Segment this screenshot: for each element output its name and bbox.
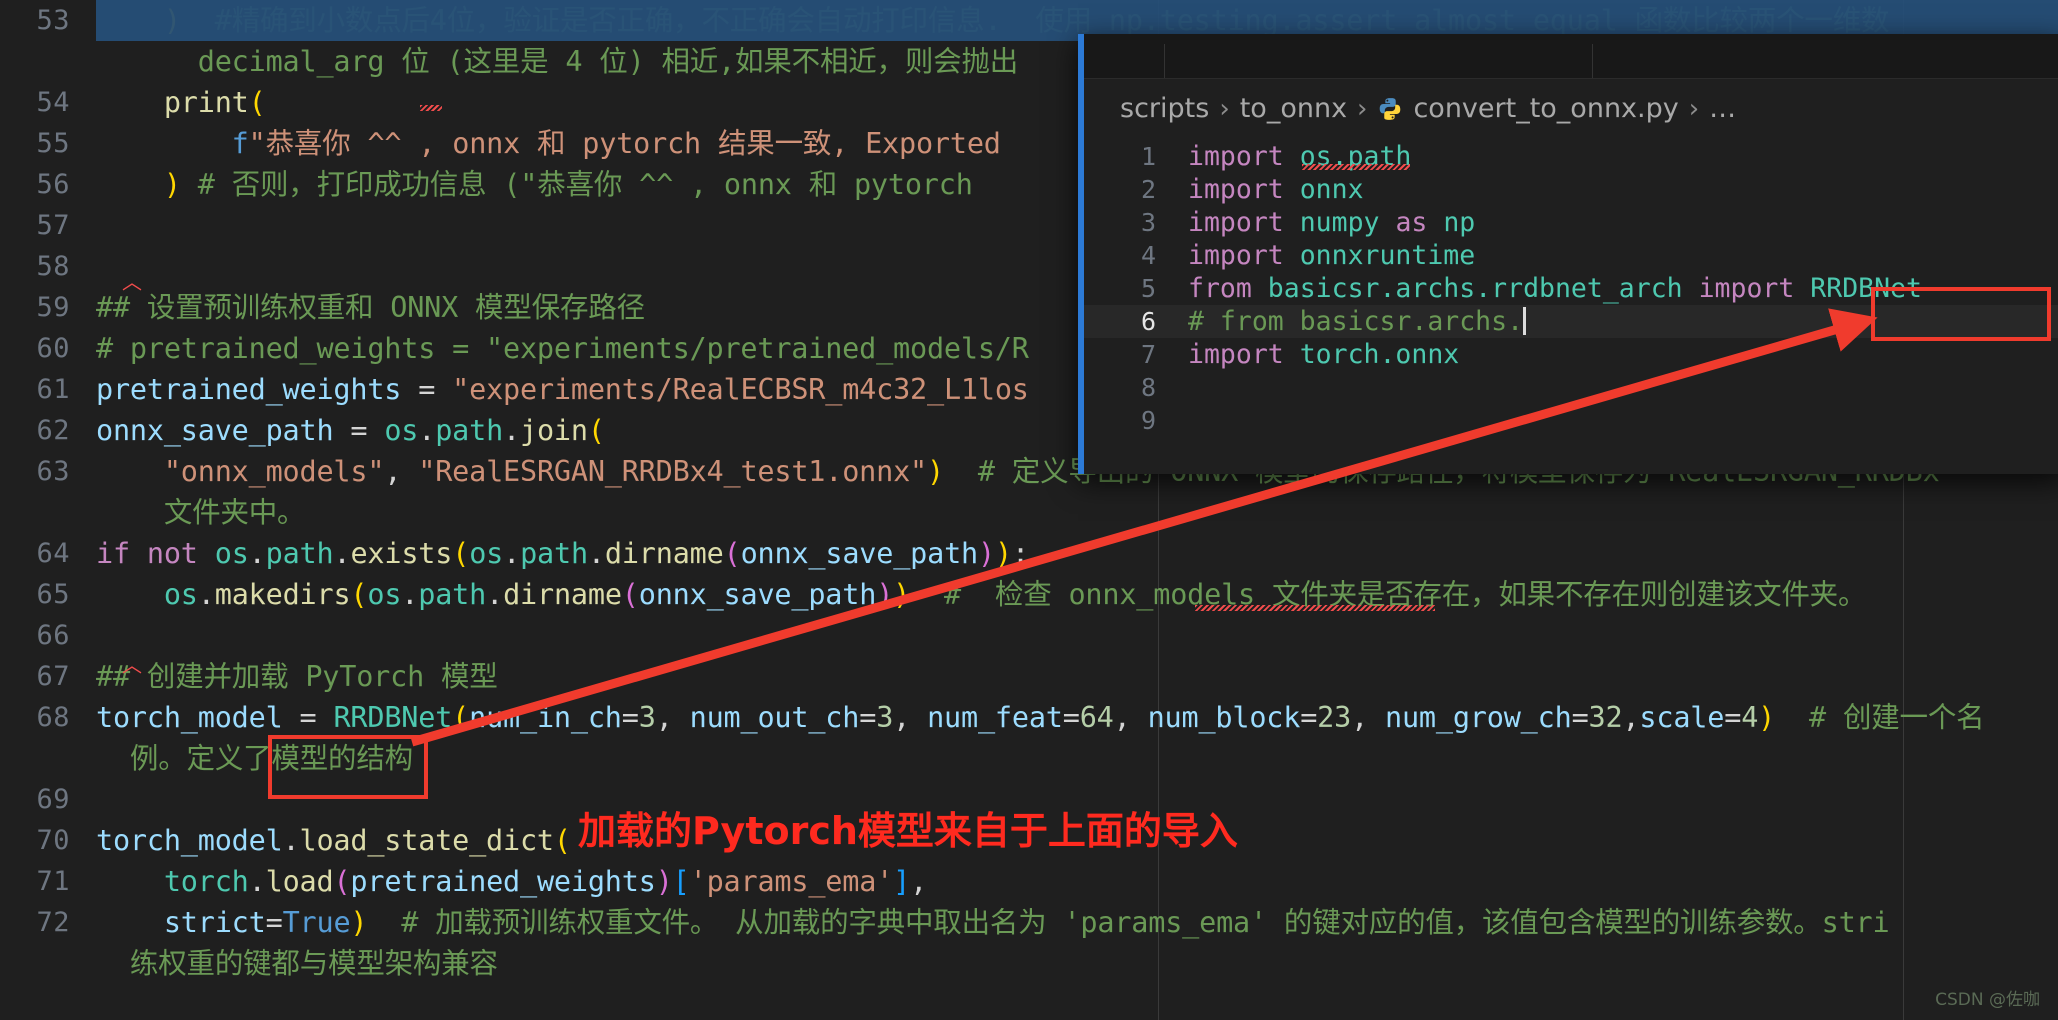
peek-line[interactable]: 2 import onnx	[1084, 173, 2058, 206]
code-text: # from basicsr.archs.	[1188, 305, 1527, 338]
peek-code-lines: 1 import os.path 2 import onnx 3 import numpy…	[1084, 136, 2058, 437]
code-text: os.makedirs(os.path.dirname(onnx_save_pa…	[163, 578, 1867, 611]
peek-line[interactable]: 5 from basicsr.archs.rrdbnet_arch import …	[1084, 272, 2058, 305]
chevron-right-icon: ›	[1357, 93, 1368, 124]
line-number: 71	[36, 866, 70, 897]
editor-line[interactable]: 例。定义了模型的结构	[0, 738, 2058, 779]
breadcrumb-file[interactable]: convert_to_onnx.py	[1413, 93, 1678, 124]
code-text: if not os.path.exists(os.path.dirname(on…	[96, 537, 1029, 570]
line-number: 60	[36, 333, 70, 364]
line-number: 9	[1140, 406, 1156, 435]
editor-line[interactable]: 71 torch.load(pretrained_weights)['param…	[0, 861, 2058, 902]
error-squiggle	[1195, 605, 1435, 611]
line-number: 63	[36, 456, 70, 487]
line-number: 67	[36, 661, 70, 692]
chevron-right-icon: ›	[1688, 93, 1700, 124]
peek-top-strip	[1084, 34, 2058, 79]
line-number: 65	[36, 579, 70, 610]
line-number: 58	[36, 251, 70, 282]
line-number: 62	[36, 415, 70, 446]
line-number: 64	[36, 538, 70, 569]
editor-line[interactable]: 66	[0, 615, 2058, 656]
peek-line[interactable]: 3 import numpy as np	[1084, 206, 2058, 239]
annotation-note: 加载的Pytorch模型来自于上面的导入	[578, 809, 1238, 853]
breadcrumb-folder[interactable]: scripts	[1120, 93, 1209, 124]
error-squiggle	[420, 105, 442, 111]
line-number: 53	[36, 5, 70, 36]
definition-peek-popup[interactable]: scripts › to_onnx › convert_to_onnx.py ›…	[1078, 34, 2058, 474]
line-number: 69	[36, 784, 70, 815]
editor-line[interactable]: 67 ## 创建并加载 PyTorch 模型	[0, 656, 2058, 697]
line-number: 8	[1140, 373, 1156, 402]
watermark: CSDN @佐咖	[1935, 990, 2040, 1010]
line-number: 6	[1140, 307, 1156, 336]
line-number: 3	[1140, 208, 1156, 237]
line-number: 59	[36, 292, 70, 323]
line-number: 56	[36, 169, 70, 200]
python-icon	[1377, 96, 1403, 122]
code-text: torch_model = RRDBNet(num_in_ch=3, num_o…	[96, 701, 1985, 734]
code-text: 文件夹中。	[163, 496, 306, 529]
editor-line[interactable]: 64 if not os.path.exists(os.path.dirname(…	[0, 533, 2058, 574]
editor-line[interactable]: 68 torch_model = RRDBNet(num_in_ch=3, num…	[0, 697, 2058, 738]
code-text: import onnxruntime	[1188, 240, 1476, 271]
peek-line[interactable]: 8	[1084, 371, 2058, 404]
line-number: 57	[36, 210, 70, 241]
line-number: 72	[36, 907, 70, 938]
line-number: 66	[36, 620, 70, 651]
breadcrumb[interactable]: scripts › to_onnx › convert_to_onnx.py ›…	[1084, 79, 2058, 136]
line-number: 55	[36, 128, 70, 159]
code-text: torch.load(pretrained_weights)['params_e…	[163, 865, 928, 898]
line-number: 54	[36, 87, 70, 118]
error-marker-icon: ︿	[122, 270, 142, 294]
editor-line[interactable]: 文件夹中。	[0, 492, 2058, 533]
code-text: 例。定义了模型的结构	[129, 742, 413, 775]
line-number: 5	[1140, 274, 1156, 303]
code-text: import onnx	[1188, 174, 1364, 205]
error-marker-icon: ︿	[122, 653, 142, 677]
editor-line[interactable]: 72 strict=True) # 加载预训练权重文件。 从加载的字典中取出名为…	[0, 902, 2058, 943]
text-cursor	[1523, 307, 1527, 335]
code-text: strict=True) # 加载预训练权重文件。 从加载的字典中取出名为 'p…	[163, 906, 1890, 939]
peek-line[interactable]: 4 import onnxruntime	[1084, 239, 2058, 272]
line-number: 68	[36, 702, 70, 733]
chevron-right-icon: ›	[1219, 93, 1230, 124]
code-text: ## 创建并加载 PyTorch 模型	[96, 660, 498, 693]
line-number: 7	[1140, 340, 1156, 369]
line-number: 61	[36, 374, 70, 405]
error-squiggle	[1302, 164, 1410, 170]
line-number: 2	[1140, 175, 1156, 204]
code-text: import numpy as np	[1188, 207, 1476, 238]
editor-line[interactable]: 65 os.makedirs(os.path.dirname(onnx_save…	[0, 574, 2058, 615]
peek-line[interactable]: 1 import os.path	[1084, 140, 2058, 173]
breadcrumb-subfolder[interactable]: to_onnx	[1240, 93, 1347, 124]
code-text: import torch.onnx	[1188, 339, 1460, 370]
peek-line[interactable]: 9	[1084, 404, 2058, 437]
code-text: from basicsr.archs.rrdbnet_arch import R…	[1188, 273, 1922, 304]
line-number: 4	[1140, 241, 1156, 270]
editor-line[interactable]: 练权重的键都与模型架构兼容	[0, 943, 2058, 984]
code-text: 练权重的键都与模型架构兼容	[129, 947, 498, 980]
peek-line[interactable]: 6 # from basicsr.archs.	[1084, 305, 2058, 338]
line-number: 70	[36, 825, 70, 856]
line-number: 1	[1140, 142, 1156, 171]
breadcrumb-ellipsis[interactable]: …	[1709, 93, 1736, 124]
peek-line[interactable]: 7 import torch.onnx	[1084, 338, 2058, 371]
screenshot-root: 53 ) #精确到小数点后4位，验证是否正确，不正确会自动打印信息. 使用 np…	[0, 0, 2058, 1020]
